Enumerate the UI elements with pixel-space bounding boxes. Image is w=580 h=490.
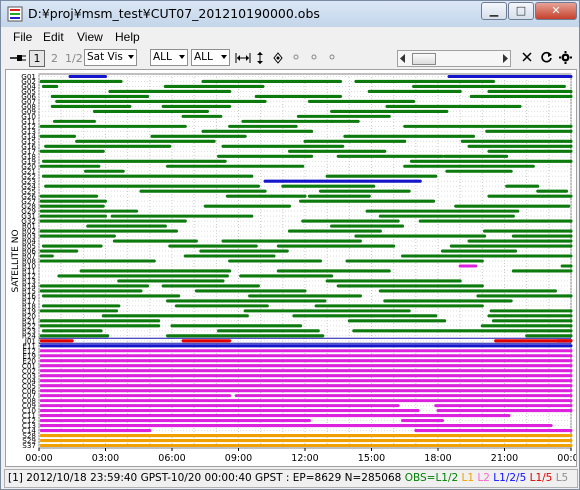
legend-item-l1: L1 bbox=[461, 472, 475, 484]
x-tick-label: 18:00 bbox=[424, 453, 451, 464]
connect-icon[interactable] bbox=[9, 51, 27, 65]
legend-item-l12: L1/2 bbox=[435, 472, 459, 484]
settings-icon[interactable] bbox=[559, 51, 572, 64]
x-tick-label: 21:00 bbox=[491, 453, 518, 464]
freq-button-2[interactable]: 2 bbox=[51, 52, 58, 65]
scrollbar-thumb[interactable] bbox=[412, 53, 436, 65]
vertical-scale-icon[interactable] bbox=[255, 51, 265, 65]
freq-button-12[interactable]: 1/2 bbox=[65, 52, 83, 65]
x-tick-label: 15:00 bbox=[358, 453, 385, 464]
y-axis-label: SATELLITE NO bbox=[11, 229, 21, 292]
close-window-button[interactable]: ✕ bbox=[535, 2, 577, 20]
satellite-filter-select[interactable]: ALL bbox=[191, 49, 230, 66]
toolbar: 1 2 1/2 Sat Vis ALL ALL bbox=[1, 47, 579, 69]
legend-item-l2: L2 bbox=[477, 472, 490, 484]
menu-bar: File Edit View Help bbox=[1, 28, 579, 47]
marker1-icon[interactable] bbox=[291, 52, 301, 62]
chevron-down-icon bbox=[128, 55, 134, 59]
marker2-icon[interactable] bbox=[309, 52, 319, 62]
chevron-left-icon[interactable] bbox=[400, 54, 406, 63]
system-filter-select[interactable]: ALL bbox=[150, 49, 188, 66]
maximize-button[interactable]: □ bbox=[508, 2, 534, 20]
chevron-down-icon bbox=[179, 55, 185, 59]
menu-help[interactable]: Help bbox=[115, 30, 140, 44]
marker3-icon[interactable] bbox=[327, 52, 337, 62]
status-text: [1] 2012/10/18 23:59:40 GPST-10/20 00:00… bbox=[8, 472, 402, 484]
legend-item-l15: L1/5 bbox=[529, 472, 553, 484]
freq-button-1[interactable]: 1 bbox=[29, 50, 45, 67]
satellite-filter-value: ALL bbox=[194, 51, 213, 63]
menu-edit[interactable]: Edit bbox=[43, 30, 64, 44]
satellite-label: S37 bbox=[22, 441, 36, 450]
x-tick-label: 00:00 bbox=[557, 453, 576, 464]
plot-type-value: Sat Vis bbox=[87, 51, 123, 63]
close-icon[interactable] bbox=[521, 51, 533, 63]
legend-prefix: OBS= bbox=[404, 472, 436, 484]
app-icon bbox=[7, 6, 23, 22]
plot-area[interactable]: G01 G02 G04 G05 G06 G07 G08 G09 G10 G11 G12 G13 G14 G… bbox=[5, 69, 580, 467]
plot-type-select[interactable]: Sat Vis bbox=[84, 49, 137, 66]
chevron-down-icon bbox=[221, 55, 227, 59]
x-tick-label: 06:00 bbox=[158, 453, 185, 464]
title-bar[interactable]: D:¥proj¥msm_test¥CUT07_201210190000.obs … bbox=[1, 1, 579, 27]
legend-item-l5: L5 bbox=[555, 472, 569, 484]
satellite-visibility-chart[interactable]: G01G02G04G05G06G07G08G09G10G11G12G13G14G… bbox=[6, 70, 580, 466]
menu-file[interactable]: File bbox=[13, 30, 32, 44]
app-window: D:¥proj¥msm_test¥CUT07_201210190000.obs … bbox=[0, 0, 580, 490]
x-tick-label: 09:00 bbox=[225, 453, 252, 464]
minimize-button[interactable]: ▁ bbox=[481, 2, 507, 20]
x-tick-label: 12:00 bbox=[291, 453, 318, 464]
reload-icon[interactable] bbox=[540, 51, 553, 64]
center-icon[interactable] bbox=[272, 51, 284, 65]
time-span-icon[interactable] bbox=[235, 51, 251, 65]
window-title: D:¥proj¥msm_test¥CUT07_201210190000.obs bbox=[28, 6, 320, 21]
legend-item-l125: L1/2/5 bbox=[493, 472, 527, 484]
x-tick-label: 00:00 bbox=[25, 453, 52, 464]
menu-view[interactable]: View bbox=[77, 30, 103, 44]
status-bar: [1] 2012/10/18 23:59:40 GPST-10/20 00:00… bbox=[4, 469, 578, 488]
time-scrollbar[interactable] bbox=[397, 50, 511, 67]
chevron-right-icon[interactable] bbox=[502, 54, 508, 63]
x-tick-label: 03:00 bbox=[92, 453, 119, 464]
system-filter-value: ALL bbox=[153, 51, 172, 63]
